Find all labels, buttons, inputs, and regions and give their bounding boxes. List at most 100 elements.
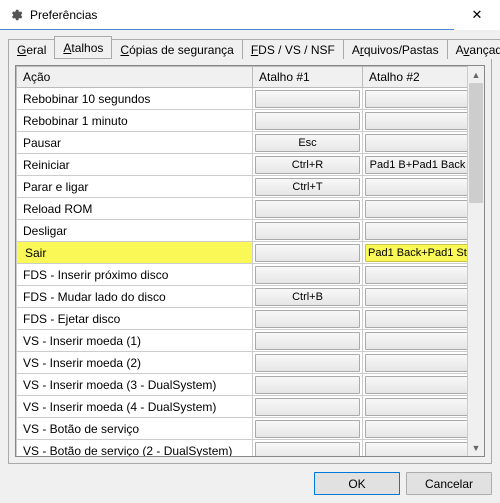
shortcut2-cell[interactable] — [363, 88, 468, 110]
table-row[interactable]: FDS - Mudar lado do discoCtrl+B — [17, 286, 468, 308]
table-row[interactable]: Reload ROM — [17, 198, 468, 220]
shortcut-button[interactable] — [255, 200, 360, 218]
shortcut2-cell[interactable] — [363, 418, 468, 440]
shortcut-button[interactable] — [365, 288, 467, 306]
shortcut-button[interactable] — [255, 90, 360, 108]
shortcut2-cell[interactable] — [363, 396, 468, 418]
shortcut-button[interactable] — [255, 420, 360, 438]
shortcut1-cell[interactable] — [253, 352, 363, 374]
shortcut1-cell[interactable] — [253, 374, 363, 396]
shortcut1-cell[interactable]: Ctrl+B — [253, 286, 363, 308]
shortcut1-cell[interactable]: Ctrl+R — [253, 154, 363, 176]
table-row[interactable]: VS - Inserir moeda (3 - DualSystem) — [17, 374, 468, 396]
shortcut2-cell[interactable]: Pad1 B+Pad1 Back — [363, 154, 468, 176]
shortcut2-cell[interactable] — [363, 308, 468, 330]
shortcut2-cell[interactable] — [363, 440, 468, 457]
shortcut1-cell[interactable] — [253, 440, 363, 457]
shortcut-button[interactable]: Esc — [255, 134, 360, 152]
shortcut-button[interactable] — [255, 442, 360, 457]
ok-button[interactable]: OK — [314, 472, 400, 495]
shortcut2-cell[interactable] — [363, 374, 468, 396]
tab-5[interactable]: Avançado — [447, 39, 500, 59]
table-row[interactable]: FDS - Inserir próximo disco — [17, 264, 468, 286]
shortcut-button[interactable] — [255, 376, 360, 394]
shortcut-button[interactable] — [365, 90, 467, 108]
shortcut1-cell[interactable] — [253, 110, 363, 132]
shortcut2-cell[interactable]: Pad1 Back+Pad1 Start — [363, 242, 468, 264]
shortcut2-cell[interactable] — [363, 176, 468, 198]
shortcut2-cell[interactable] — [363, 110, 468, 132]
shortcut2-cell[interactable] — [363, 132, 468, 154]
shortcut-button[interactable] — [255, 398, 360, 416]
scroll-up-arrow[interactable]: ▲ — [468, 66, 484, 83]
shortcut2-cell[interactable] — [363, 264, 468, 286]
col-action[interactable]: Ação — [17, 67, 253, 88]
table-row[interactable]: ReiniciarCtrl+RPad1 B+Pad1 Back — [17, 154, 468, 176]
shortcut2-cell[interactable] — [363, 330, 468, 352]
shortcut-button[interactable] — [365, 222, 467, 240]
shortcut-button[interactable] — [255, 222, 360, 240]
shortcut1-cell[interactable] — [253, 308, 363, 330]
tab-1[interactable]: Atalhos — [54, 36, 112, 58]
shortcut2-cell[interactable] — [363, 198, 468, 220]
shortcut1-cell[interactable] — [253, 396, 363, 418]
shortcut-button[interactable] — [365, 134, 467, 152]
table-row[interactable]: Rebobinar 10 segundos — [17, 88, 468, 110]
shortcut-button[interactable] — [255, 112, 360, 130]
tab-3[interactable]: FDS / VS / NSF — [242, 39, 344, 59]
table-row[interactable]: Rebobinar 1 minuto — [17, 110, 468, 132]
shortcut-button[interactable]: Pad1 Back+Pad1 Start — [365, 244, 467, 262]
shortcut1-cell[interactable] — [253, 88, 363, 110]
close-button[interactable]: ✕ — [454, 0, 500, 30]
scroll-down-arrow[interactable]: ▼ — [468, 439, 484, 456]
shortcut-button[interactable] — [365, 112, 467, 130]
shortcut2-cell[interactable] — [363, 352, 468, 374]
table-row[interactable]: PausarEsc — [17, 132, 468, 154]
shortcut1-cell[interactable] — [253, 264, 363, 286]
shortcut-button[interactable] — [255, 244, 360, 262]
tab-4[interactable]: Arquivos/Pastas — [343, 39, 448, 59]
shortcut-button[interactable] — [365, 200, 467, 218]
shortcut-button[interactable] — [365, 420, 467, 438]
table-row[interactable]: VS - Inserir moeda (1) — [17, 330, 468, 352]
shortcut-button[interactable] — [365, 398, 467, 416]
table-row[interactable]: VS - Inserir moeda (4 - DualSystem) — [17, 396, 468, 418]
table-row[interactable]: VS - Botão de serviço — [17, 418, 468, 440]
table-row[interactable]: SairPad1 Back+Pad1 Start — [17, 242, 468, 264]
vertical-scrollbar[interactable]: ▲ ▼ — [467, 66, 484, 456]
shortcut-button[interactable] — [255, 266, 360, 284]
shortcut-button[interactable]: Ctrl+T — [255, 178, 360, 196]
table-row[interactable]: FDS - Ejetar disco — [17, 308, 468, 330]
shortcut1-cell[interactable] — [253, 220, 363, 242]
shortcut-button[interactable] — [255, 310, 360, 328]
tab-0[interactable]: Geral — [8, 39, 55, 59]
shortcut-button[interactable] — [365, 442, 467, 457]
shortcut2-cell[interactable] — [363, 220, 468, 242]
col-shortcut2[interactable]: Atalho #2 — [363, 67, 468, 88]
table-row[interactable]: Desligar — [17, 220, 468, 242]
shortcut-button[interactable]: Pad1 B+Pad1 Back — [365, 156, 467, 174]
scroll-track[interactable] — [468, 83, 484, 439]
shortcut-button[interactable] — [255, 332, 360, 350]
shortcut-button[interactable]: Ctrl+R — [255, 156, 360, 174]
shortcut1-cell[interactable] — [253, 330, 363, 352]
shortcut-button[interactable] — [365, 354, 467, 372]
shortcut-button[interactable] — [255, 354, 360, 372]
shortcut1-cell[interactable] — [253, 198, 363, 220]
table-row[interactable]: VS - Inserir moeda (2) — [17, 352, 468, 374]
shortcut-button[interactable] — [365, 332, 467, 350]
shortcut-button[interactable]: Ctrl+B — [255, 288, 360, 306]
shortcut1-cell[interactable] — [253, 242, 363, 264]
shortcut2-cell[interactable] — [363, 286, 468, 308]
shortcut-button[interactable] — [365, 310, 467, 328]
shortcut-button[interactable] — [365, 178, 467, 196]
shortcut1-cell[interactable]: Ctrl+T — [253, 176, 363, 198]
table-row[interactable]: Parar e ligarCtrl+T — [17, 176, 468, 198]
shortcut1-cell[interactable]: Esc — [253, 132, 363, 154]
shortcut1-cell[interactable] — [253, 418, 363, 440]
table-row[interactable]: VS - Botão de serviço (2 - DualSystem) — [17, 440, 468, 457]
tab-2[interactable]: Cópias de segurança — [111, 39, 242, 59]
scroll-thumb[interactable] — [469, 83, 483, 203]
col-shortcut1[interactable]: Atalho #1 — [253, 67, 363, 88]
cancel-button[interactable]: Cancelar — [406, 472, 492, 495]
